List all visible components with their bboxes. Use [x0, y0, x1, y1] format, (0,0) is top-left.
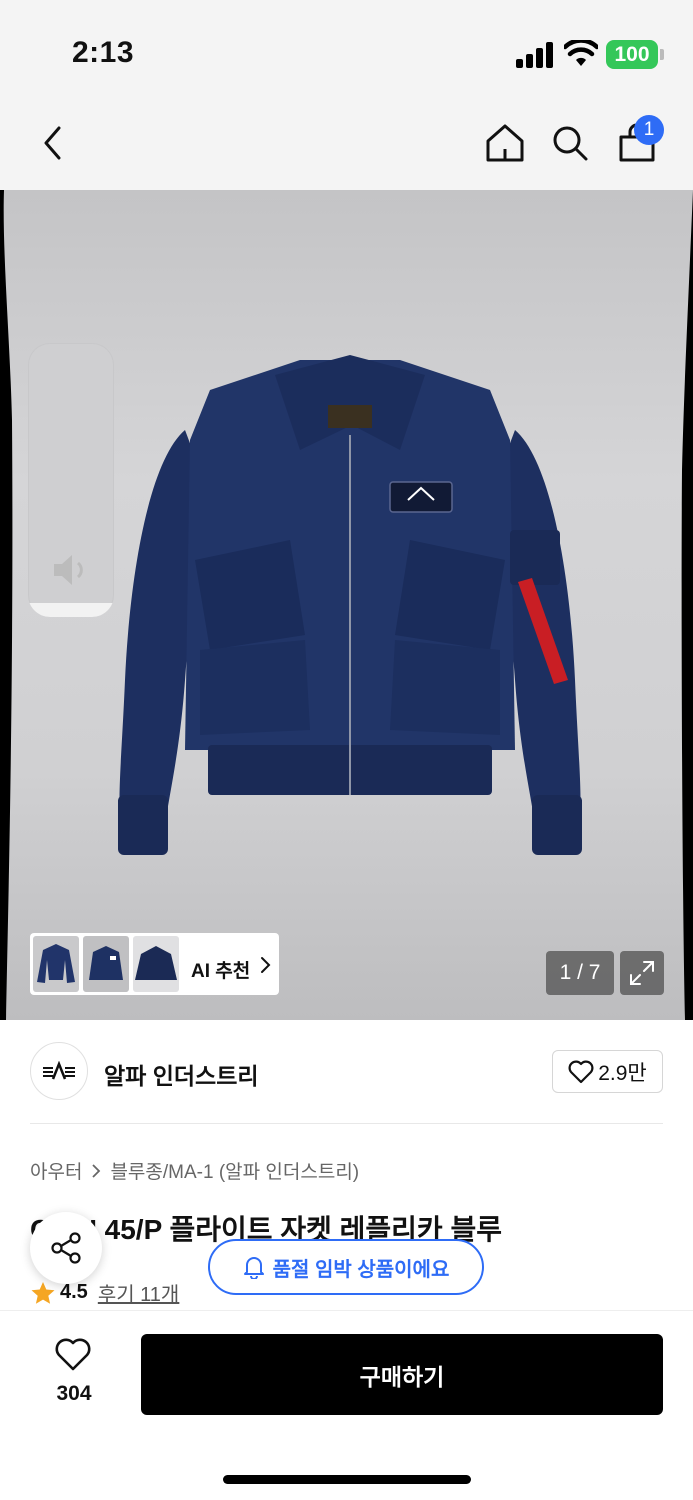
wishlist-count: 304	[56, 1382, 92, 1405]
rating-row: 4.5 후기 11개	[30, 1278, 179, 1307]
status-bar: 2:13 100	[0, 0, 693, 100]
brand-logo[interactable]	[30, 1042, 88, 1100]
share-icon	[51, 1232, 81, 1264]
top-navigation	[0, 100, 693, 190]
low-stock-toast: 품절 임박 상품이에요	[208, 1239, 484, 1295]
status-time: 2:13	[72, 36, 135, 69]
back-icon	[44, 126, 61, 160]
bell-icon	[243, 1257, 264, 1279]
search-icon	[553, 126, 588, 161]
breadcrumb: 아우터 블루종/MA-1 (알파 인더스트리)	[30, 1157, 359, 1184]
thumbnail-3[interactable]	[133, 936, 179, 992]
thumbnail-jacket-image	[89, 946, 123, 980]
back-button[interactable]	[26, 116, 80, 170]
thumbnail-jacket-image	[135, 946, 177, 980]
review-count-link[interactable]: 후기 11개	[98, 1278, 180, 1307]
thumbnail-1[interactable]	[33, 936, 79, 992]
share-button[interactable]	[30, 1212, 102, 1284]
cart-count-badge: 1	[634, 115, 664, 145]
product-jacket-image	[118, 355, 582, 855]
home-button[interactable]	[478, 116, 532, 170]
battery-cap	[660, 49, 664, 60]
breadcrumb-subcategory[interactable]: 블루종/MA-1 (알파 인더스트리)	[110, 1157, 359, 1184]
chevron-right-icon	[92, 1163, 101, 1178]
expand-icon	[630, 961, 654, 985]
search-button[interactable]	[543, 116, 597, 170]
wishlist-heart-icon[interactable]	[54, 1338, 92, 1372]
star-icon	[31, 1281, 55, 1304]
alpha-industries-logo-icon	[43, 1061, 75, 1080]
brand-like-button[interactable]: 2.9만	[552, 1050, 663, 1093]
home-indicator	[223, 1475, 471, 1484]
home-icon	[486, 124, 524, 162]
product-image-gallery[interactable]: AI 추천 1 / 7	[0, 190, 693, 1020]
battery-indicator: 100	[606, 40, 658, 69]
speaker-icon	[54, 555, 83, 585]
screen-edge-left	[0, 190, 13, 1020]
rating-value: 4.5	[60, 1281, 88, 1303]
divider	[30, 1123, 663, 1124]
brand-name[interactable]: 알파 인더스트리	[104, 1057, 259, 1091]
brand-like-count: 2.9만	[598, 1061, 647, 1085]
expand-gallery-button[interactable]	[620, 951, 664, 995]
heart-icon	[568, 1060, 594, 1083]
low-stock-message: 품절 임박 상품이에요	[272, 1258, 450, 1281]
thumbnail-2[interactable]	[83, 936, 129, 992]
wifi-icon	[564, 40, 598, 66]
screen-edge-right	[681, 190, 693, 1020]
chevron-right-icon	[261, 957, 271, 973]
ai-recommend-label[interactable]: AI 추천	[191, 956, 250, 983]
thumbnail-jacket-image	[37, 944, 75, 983]
cellular-signal-icon	[516, 42, 553, 68]
gallery-page-counter: 1 / 7	[546, 951, 614, 995]
breadcrumb-category[interactable]: 아우터	[30, 1157, 82, 1184]
buy-button[interactable]: 구매하기	[141, 1334, 663, 1415]
